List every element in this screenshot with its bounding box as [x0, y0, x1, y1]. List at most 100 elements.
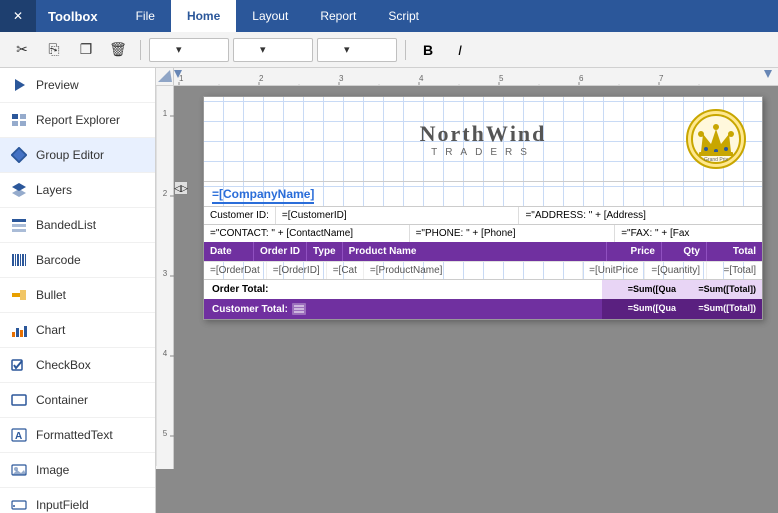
cut-button[interactable]: ✂ — [8, 36, 36, 64]
svg-text:1: 1 — [163, 109, 168, 118]
svg-text:5: 5 — [499, 74, 504, 83]
svg-text:7: 7 — [659, 74, 664, 83]
company-section: =[CompanyName] — [204, 181, 762, 206]
tab-report[interactable]: Report — [304, 0, 372, 32]
sidebar-item-label: Image — [36, 463, 69, 477]
td-orderid: =[OrderID] — [267, 262, 327, 279]
sidebar-item-label: BandedList — [36, 218, 96, 232]
container-icon — [10, 391, 28, 409]
main-layout: Preview Report Explorer Group Editor — [0, 68, 778, 513]
svg-text:Grand Prix: Grand Prix — [704, 157, 728, 163]
svg-text:5: 5 — [163, 429, 168, 438]
sidebar-item-chart[interactable]: Chart — [0, 313, 155, 348]
customer-total-label: Customer Total: — [204, 299, 475, 319]
checkbox-icon — [10, 356, 28, 374]
close-button[interactable]: ✕ — [0, 0, 36, 32]
band-collapse-button[interactable]: ◁▷ — [174, 181, 188, 195]
sidebar-item-bandedlist[interactable]: BandedList — [0, 208, 155, 243]
sidebar-item-bullet[interactable]: Bullet — [0, 278, 155, 313]
bandedlist-icon — [10, 216, 28, 234]
image-icon — [10, 461, 28, 479]
order-total-value: =Sum([Total]) — [682, 280, 762, 299]
company-logo-text: NorthWind TRADERS — [420, 121, 547, 158]
separator-2 — [405, 40, 406, 60]
sidebar-item-label: Group Editor — [36, 148, 104, 162]
order-total-row: Order Total: =Sum([Qua =Sum([Total]) — [204, 279, 762, 299]
contact-field: ="CONTACT: " + [ContactName] — [204, 225, 410, 242]
th-qty: Qty — [662, 242, 707, 261]
sidebar-item-inputfield[interactable]: InputField — [0, 488, 155, 513]
tab-layout[interactable]: Layout — [236, 0, 304, 32]
sidebar-item-label: FormattedText — [36, 428, 113, 442]
sidebar-item-label: InputField — [36, 498, 89, 512]
inputfield-icon — [10, 496, 28, 513]
layers-icon — [10, 181, 28, 199]
customer-id-label: Customer ID: — [204, 207, 276, 224]
sidebar-item-checkbox[interactable]: CheckBox — [0, 348, 155, 383]
report-explorer-icon — [10, 111, 28, 129]
top-bar: ✕ Toolbox File Home Layout Report Script — [0, 0, 778, 32]
report-canvas[interactable]: NorthWind TRADERS — [188, 86, 778, 469]
td-price: =[UnitPrice — [583, 262, 645, 279]
bullet-icon — [10, 286, 28, 304]
th-orderid: Order ID — [254, 242, 307, 261]
paste-button[interactable]: ❐ — [72, 36, 100, 64]
svg-text:2: 2 — [163, 189, 168, 198]
font-size-dropdown[interactable]: ▾ — [233, 38, 313, 62]
font-family-dropdown[interactable]: ▾ — [149, 38, 229, 62]
design-area: 1 2 3 4 5 ◁▷ — [156, 86, 778, 469]
content-area[interactable]: 1 2 3 4 5 6 7 — [156, 68, 778, 513]
header-section: NorthWind TRADERS — [204, 97, 762, 181]
svg-text:6: 6 — [579, 74, 584, 83]
svg-text:4: 4 — [419, 74, 424, 83]
toolbar: ✂ ⎘ ❐ 🗑 ▾ ▾ ▾ B I — [0, 32, 778, 68]
sidebar-item-label: Chart — [36, 323, 65, 337]
sidebar-item-label: Layers — [36, 183, 72, 197]
bold-button[interactable]: B — [414, 36, 442, 64]
sidebar-item-formattedtext[interactable]: A FormattedText — [0, 418, 155, 453]
sidebar-item-preview[interactable]: Preview — [0, 68, 155, 103]
th-price: Price — [607, 242, 662, 261]
band-controls: ◁▷ — [174, 86, 188, 469]
th-product: Product Name — [343, 242, 607, 261]
svg-text:3: 3 — [163, 269, 168, 278]
sidebar-item-report-explorer[interactable]: Report Explorer — [0, 103, 155, 138]
sidebar-item-layers[interactable]: Layers — [0, 173, 155, 208]
customer-info-row1: Customer ID: =[CustomerID] ="ADDRESS: " … — [204, 206, 762, 224]
th-date: Date — [204, 242, 254, 261]
italic-button[interactable]: I — [446, 36, 474, 64]
tab-home[interactable]: Home — [171, 0, 236, 32]
menu-tabs: File Home Layout Report Script — [120, 0, 435, 32]
sidebar-item-container[interactable]: Container — [0, 383, 155, 418]
sidebar: Preview Report Explorer Group Editor — [0, 68, 156, 513]
svg-text:1: 1 — [179, 74, 184, 83]
sidebar-item-barcode[interactable]: Barcode — [0, 243, 155, 278]
separator-1 — [140, 40, 141, 60]
barcode-icon — [10, 251, 28, 269]
ruler-corner — [156, 68, 174, 85]
delete-button[interactable]: 🗑 — [104, 36, 132, 64]
close-icon: ✕ — [13, 9, 23, 23]
th-type: Type — [307, 242, 343, 261]
style-dropdown[interactable]: ▾ — [317, 38, 397, 62]
sidebar-item-label: CheckBox — [36, 358, 91, 372]
customer-total-qty: =Sum([Qua — [602, 299, 682, 319]
sidebar-item-group-editor[interactable]: Group Editor — [0, 138, 155, 173]
tab-script[interactable]: Script — [372, 0, 435, 32]
customer-total-row: Customer Total: =Sum([Qua =Sum([Total]) — [204, 299, 762, 319]
sidebar-item-label: Container — [36, 393, 88, 407]
vertical-ruler: 1 2 3 4 5 — [156, 86, 174, 469]
address-field: ="ADDRESS: " + [Address] — [519, 207, 762, 224]
tab-file[interactable]: File — [120, 0, 171, 32]
svg-text:4: 4 — [163, 349, 168, 358]
order-total-qty: =Sum([Qua — [602, 280, 682, 299]
th-total: Total — [707, 242, 762, 261]
sidebar-item-image[interactable]: Image — [0, 453, 155, 488]
group-editor-icon — [10, 146, 28, 164]
customer-info-row2: ="CONTACT: " + [ContactName] ="PHONE: " … — [204, 224, 762, 242]
svg-text:3: 3 — [339, 74, 344, 83]
copy-button[interactable]: ⎘ — [40, 36, 68, 64]
logo-name: NorthWind — [420, 121, 547, 147]
logo-subtitle: TRADERS — [420, 147, 547, 158]
company-field: =[CompanyName] — [212, 187, 314, 204]
